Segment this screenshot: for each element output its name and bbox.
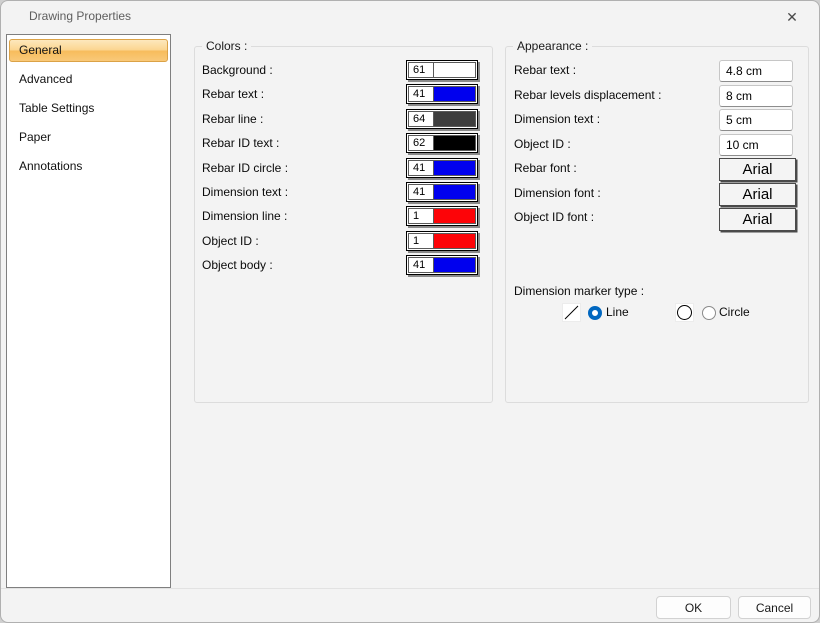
color-row-label: Dimension text :: [202, 185, 288, 199]
color-preview: [434, 111, 476, 127]
color-row-label: Background :: [202, 63, 273, 77]
field-label: Rebar text :: [514, 63, 576, 77]
color-swatch-object-id[interactable]: 1: [406, 231, 478, 251]
color-preview: [434, 86, 476, 102]
sidebar: General Advanced Table Settings Paper An…: [6, 34, 171, 588]
color-number: 64: [408, 111, 434, 127]
dialog-footer: OK Cancel: [1, 588, 819, 622]
color-swatch-background[interactable]: 61: [406, 60, 478, 80]
color-number: 41: [408, 257, 434, 273]
color-row-label: Rebar text :: [202, 87, 264, 101]
field-label: Rebar font :: [514, 161, 577, 175]
object-id-size-input[interactable]: [719, 134, 793, 156]
color-preview: [434, 233, 476, 249]
appearance-group-title: Appearance :: [513, 39, 592, 53]
sidebar-item-table-settings[interactable]: Table Settings: [9, 97, 168, 120]
field-label: Object ID font :: [514, 210, 594, 224]
color-number: 62: [408, 135, 434, 151]
sidebar-item-advanced[interactable]: Advanced: [9, 68, 168, 91]
circle-marker-icon: [675, 303, 694, 322]
color-swatch-rebar-line[interactable]: 64: [406, 109, 478, 129]
color-preview: [434, 135, 476, 151]
rebar-levels-displacement-input[interactable]: [719, 85, 793, 107]
color-row-label: Object body :: [202, 258, 273, 272]
color-row-label: Rebar ID text :: [202, 136, 279, 150]
color-swatch-rebar-id-text[interactable]: 62: [406, 133, 478, 153]
object-id-font-button[interactable]: Arial: [719, 208, 796, 231]
color-row-label: Dimension line :: [202, 209, 287, 223]
color-number: 1: [408, 233, 434, 249]
dimension-font-button[interactable]: Arial: [719, 183, 796, 206]
appearance-group: Appearance : Rebar text : Rebar levels d…: [505, 46, 809, 403]
color-swatch-dimension-line[interactable]: 1: [406, 206, 478, 226]
radio-line[interactable]: [588, 306, 602, 320]
rebar-text-size-input[interactable]: [719, 60, 793, 82]
color-preview: [434, 184, 476, 200]
field-label: Object ID :: [514, 137, 571, 151]
field-label: Dimension font :: [514, 186, 601, 200]
dimension-marker-type-label: Dimension marker type :: [514, 284, 644, 298]
color-preview: [434, 62, 476, 78]
radio-circle[interactable]: [702, 306, 716, 320]
sidebar-item-annotations[interactable]: Annotations: [9, 155, 168, 178]
color-preview: [434, 160, 476, 176]
dimension-text-size-input[interactable]: [719, 109, 793, 131]
color-number: 1: [408, 208, 434, 224]
radio-line-label: Line: [606, 305, 629, 319]
color-preview: [434, 208, 476, 224]
dialog-title: Drawing Properties: [29, 9, 131, 23]
radio-circle-label: Circle: [719, 305, 750, 319]
color-number: 41: [408, 86, 434, 102]
sidebar-item-general[interactable]: General: [9, 39, 168, 62]
drawing-properties-dialog: Drawing Properties ✕ General Advanced Ta…: [0, 0, 820, 623]
color-preview: [434, 257, 476, 273]
colors-group: Colors : Background : 61 Rebar text : 41…: [194, 46, 493, 403]
color-swatch-rebar-text[interactable]: 41: [406, 84, 478, 104]
color-swatch-dimension-text[interactable]: 41: [406, 182, 478, 202]
color-number: 41: [408, 184, 434, 200]
ok-button[interactable]: OK: [656, 596, 731, 619]
line-marker-icon: [562, 303, 581, 322]
sidebar-item-paper[interactable]: Paper: [9, 126, 168, 149]
color-swatch-object-body[interactable]: 41: [406, 255, 478, 275]
colors-group-title: Colors :: [202, 39, 251, 53]
cancel-button[interactable]: Cancel: [738, 596, 811, 619]
color-number: 61: [408, 62, 434, 78]
field-label: Dimension text :: [514, 112, 600, 126]
field-label: Rebar levels displacement :: [514, 88, 661, 102]
color-number: 41: [408, 160, 434, 176]
title-bar: Drawing Properties ✕: [1, 1, 819, 33]
color-row-label: Rebar ID circle :: [202, 161, 288, 175]
rebar-font-button[interactable]: Arial: [719, 158, 796, 181]
color-row-label: Rebar line :: [202, 112, 263, 126]
color-row-label: Object ID :: [202, 234, 259, 248]
close-icon[interactable]: ✕: [773, 4, 811, 30]
color-swatch-rebar-id-circle[interactable]: 41: [406, 158, 478, 178]
